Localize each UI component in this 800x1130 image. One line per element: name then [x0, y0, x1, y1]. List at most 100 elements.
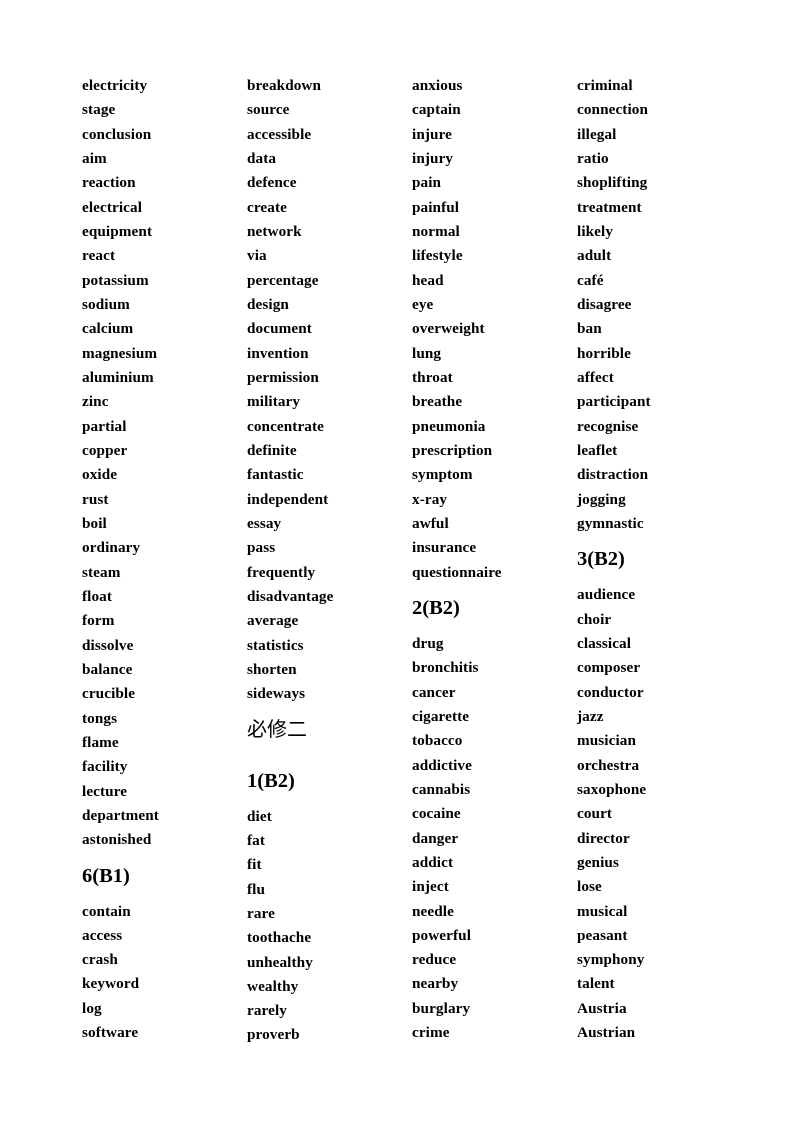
word-entry: dissolve: [82, 636, 134, 654]
word-entry: injure: [412, 125, 452, 143]
word-entry: crash: [82, 951, 118, 969]
word-entry: frequently: [247, 563, 316, 581]
word-entry: talent: [577, 975, 615, 993]
word-entry: reduce: [412, 951, 457, 969]
word-entry: recognise: [577, 417, 639, 435]
word-entry: ordinary: [82, 539, 141, 557]
word-entry: breathe: [412, 393, 463, 411]
word-entry: needle: [412, 902, 454, 920]
word-entry: accessible: [247, 125, 312, 143]
word-entry: react: [82, 247, 116, 265]
word-entry: audience: [577, 586, 636, 604]
word-entry: Austria: [577, 999, 627, 1017]
word-entry: crucible: [82, 685, 136, 703]
word-entry: jazz: [577, 707, 604, 725]
word-entry: café: [577, 271, 604, 289]
word-entry: electrical: [82, 198, 143, 216]
word-entry: department: [82, 806, 159, 824]
word-entry: disagree: [577, 295, 632, 313]
word-entry: contain: [82, 902, 131, 920]
word-entry: powerful: [412, 926, 472, 944]
word-entry: lung: [412, 344, 442, 362]
word-entry: crime: [412, 1024, 450, 1042]
word-entry: eye: [412, 295, 434, 313]
word-entry: magnesium: [82, 344, 158, 362]
word-entry: flu: [247, 880, 266, 898]
word-entry: pain: [412, 174, 442, 192]
document-page: electricity stage conclusion aim reaction ele…: [0, 0, 800, 1130]
word-entry: diet: [247, 807, 272, 825]
word-entry: questionnaire: [412, 563, 502, 581]
word-entry: breakdown: [247, 77, 322, 94]
word-list-columns: electricity stage conclusion aim reaction ele…: [82, 74, 746, 1054]
word-entry: symptom: [412, 466, 473, 484]
word-entry: invention: [247, 344, 309, 362]
word-entry: genius: [577, 853, 619, 871]
word-entry: software: [82, 1024, 139, 1042]
word-entry: potassium: [82, 271, 149, 289]
word-entry: copper: [82, 441, 128, 459]
word-entry: painful: [412, 198, 460, 216]
word-entry: overweight: [412, 320, 485, 338]
word-entry: create: [247, 198, 287, 216]
word-entry: ban: [577, 320, 602, 338]
word-entry: pneumonia: [412, 417, 486, 435]
word-entry: zinc: [82, 393, 109, 411]
word-entry: composer: [577, 659, 641, 677]
section-heading: 2(B2): [412, 596, 460, 619]
word-entry: astonished: [82, 831, 152, 849]
word-entry: cancer: [412, 683, 456, 701]
word-entry: disadvantage: [247, 587, 334, 605]
word-entry: cannabis: [412, 780, 471, 798]
word-entry: pass: [247, 539, 276, 557]
word-entry: nearby: [412, 975, 459, 993]
word-entry: anxious: [412, 77, 463, 94]
word-entry: leaflet: [577, 441, 618, 459]
word-entry: captain: [412, 101, 461, 119]
word-entry: oxide: [82, 466, 118, 484]
word-entry: injury: [412, 149, 454, 167]
word-entry: danger: [412, 829, 459, 847]
word-entry: addictive: [412, 756, 472, 774]
word-entry: float: [82, 587, 113, 605]
word-entry: drug: [412, 634, 444, 652]
unit-heading-cjk: 必修二: [247, 716, 307, 741]
word-entry: reaction: [82, 174, 136, 192]
word-entry: distraction: [577, 466, 649, 484]
word-entry: fat: [247, 831, 266, 849]
word-entry: electricity: [82, 77, 148, 94]
word-entry: likely: [577, 222, 614, 240]
word-entry: shorten: [247, 660, 297, 678]
word-entry: illegal: [577, 125, 617, 143]
word-entry: wealthy: [247, 977, 299, 995]
word-entry: equipment: [82, 222, 153, 240]
word-entry: keyword: [82, 975, 140, 993]
word-entry: boil: [82, 514, 107, 532]
word-entry: concentrate: [247, 417, 325, 435]
word-entry: lose: [577, 878, 602, 896]
word-entry: jogging: [577, 490, 626, 508]
word-entry: sideways: [247, 685, 306, 703]
word-entry: cigarette: [412, 707, 470, 725]
word-column-2: breakdown source accessible data defence crea…: [247, 74, 412, 1048]
word-entry: average: [247, 612, 299, 630]
word-entry: via: [247, 247, 267, 265]
word-entry: definite: [247, 441, 297, 459]
word-entry: cocaine: [412, 805, 461, 823]
word-entry: normal: [412, 222, 460, 240]
word-entry: director: [577, 829, 630, 847]
word-entry: ratio: [577, 149, 609, 167]
word-entry: lifestyle: [412, 247, 463, 265]
word-entry: awful: [412, 514, 449, 532]
word-entry: horrible: [577, 344, 631, 362]
word-entry: rarely: [247, 1002, 287, 1020]
word-entry: court: [577, 805, 613, 823]
word-entry: orchestra: [577, 756, 640, 774]
word-entry: Austrian: [577, 1024, 636, 1042]
word-entry: gymnastic: [577, 514, 644, 532]
word-entry: peasant: [577, 926, 628, 944]
word-entry: facility: [82, 758, 128, 776]
word-entry: source: [247, 101, 290, 119]
word-entry: toothache: [247, 929, 312, 947]
word-entry: sodium: [82, 295, 130, 313]
